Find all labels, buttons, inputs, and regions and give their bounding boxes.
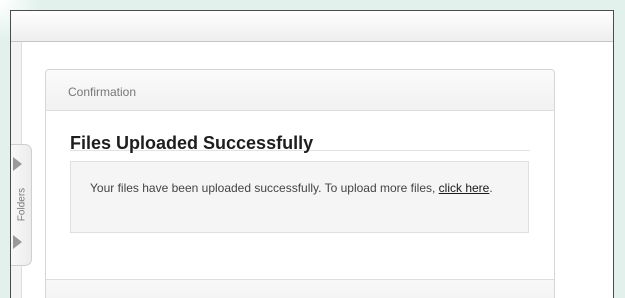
page-title: Files Uploaded Successfully [70,133,314,153]
success-message-text: Your files have been uploaded successful… [90,181,439,195]
panel-body: Files Uploaded Successfully Your files h… [46,111,554,233]
top-toolbar [11,11,613,42]
message-end-punctuation: . [489,181,493,195]
folders-label: Folders [16,187,28,222]
panel-header-title: Confirmation [68,85,137,99]
panel-header: Confirmation [46,70,554,111]
folders-toggle-tab[interactable]: Folders [11,144,32,266]
success-message-box: Your files have been uploaded successful… [70,161,529,233]
upload-more-link[interactable]: click here [439,181,490,195]
expand-arrow-icon[interactable] [13,235,22,249]
expand-arrow-icon[interactable] [13,157,22,171]
app-window: Folders Confirmation Files Uploaded Succ… [10,10,614,298]
confirmation-panel: Confirmation Files Uploaded Successfully… [45,69,555,298]
page: Folders Confirmation Files Uploaded Succ… [0,0,625,298]
panel-footer [46,279,554,298]
